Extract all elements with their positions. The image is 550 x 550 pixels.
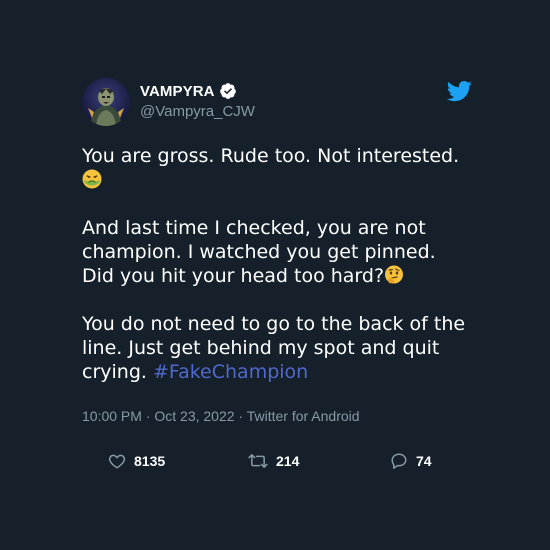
tweet-card: VAMPYRA @Vampyra_CJW You are gross. Rude… [82,76,472,469]
tweet-timestamp[interactable]: 10:00 PM · Oct 23, 2022 · Twitter for An… [82,408,472,424]
retweet-icon [248,454,268,468]
tweet-paragraph-3: You do not need to go to the back of the… [82,312,472,384]
tweet-header: VAMPYRA @Vampyra_CJW [82,76,472,130]
tweet-stats: 8135 214 74 [82,452,472,472]
hashtag-link[interactable]: #FakeChampion [153,361,308,383]
nauseated-face-icon [82,169,102,189]
display-name-row: VAMPYRA [140,81,255,101]
like-count: 8135 [134,453,166,469]
reply-bubble-icon [391,453,407,469]
author-names: VAMPYRA @Vampyra_CJW [140,81,255,121]
reply-count: 74 [416,453,432,469]
avatar-image [82,78,130,126]
like-button[interactable]: 8135 [108,452,165,470]
tweet-paragraph-1: You are gross. Rude too. Not interested. [82,144,472,192]
twitter-bird-icon[interactable] [446,80,472,102]
reply-button[interactable]: 74 [390,452,432,470]
heart-icon [108,454,126,469]
avatar[interactable] [82,78,130,126]
tweet-paragraph-1-text: You are gross. Rude too. Not interested. [82,145,460,167]
display-name[interactable]: VAMPYRA [140,83,215,100]
thinking-face-icon [384,265,404,285]
tweet-body: You are gross. Rude too. Not interested.… [82,144,472,384]
retweet-count: 214 [276,453,300,469]
retweet-button[interactable]: 214 [248,452,299,470]
handle[interactable]: @Vampyra_CJW [140,103,255,120]
verified-badge-icon [219,82,237,100]
tweet-paragraph-2: And last time I checked, you are not cha… [82,216,472,288]
tweet-paragraph-2-text: And last time I checked, you are not cha… [82,217,436,287]
